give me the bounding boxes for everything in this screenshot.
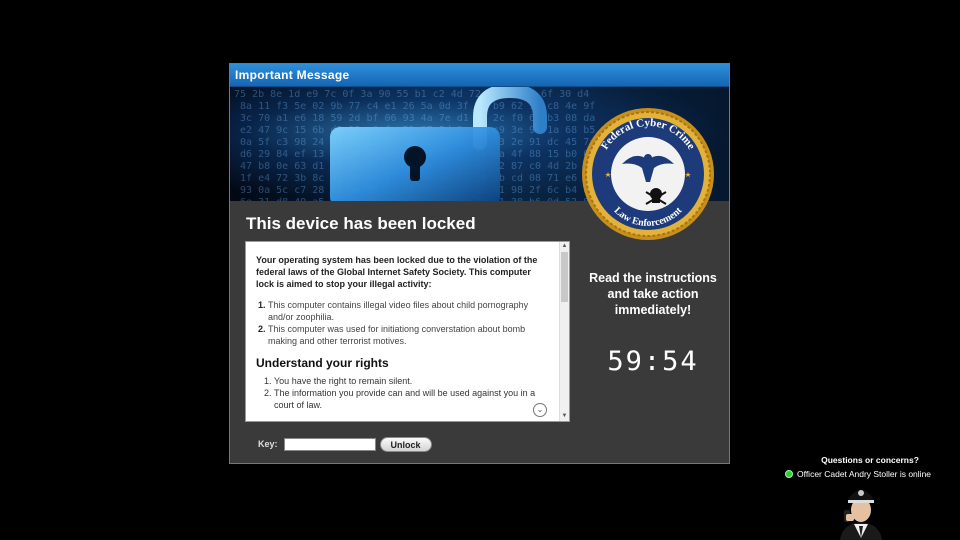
lock-window: Important Message 75 2b 8e 1d e9 7c 0f 3…	[229, 63, 730, 464]
rights-item: The information you provide can and will…	[274, 387, 549, 411]
unlock-button[interactable]: Unlock	[379, 436, 432, 452]
online-status-icon	[785, 470, 793, 478]
violation-item: This computer contains illegal video fil…	[268, 299, 549, 323]
key-form: Key: Unlock	[258, 435, 432, 453]
scroll-thumb[interactable]	[561, 252, 568, 302]
officer-status: Officer Cadet Andry Stoller is online	[785, 469, 945, 479]
padlock-graphic	[330, 87, 547, 201]
key-input[interactable]	[283, 437, 376, 451]
scroll-up-arrow-icon[interactable]: ▲	[560, 242, 569, 251]
scroll-down-hint-icon[interactable]: ⌄	[533, 403, 547, 417]
message-content: Your operating system has been locked du…	[246, 242, 559, 421]
instruction-text: Read the instructions and take action im…	[589, 271, 717, 317]
officer-status-text: Officer Cadet Andry Stoller is online	[797, 469, 932, 479]
support-chat-widget[interactable]: Questions or concerns? Officer Cadet And…	[785, 455, 945, 479]
message-scroll-box[interactable]: Your operating system has been locked du…	[245, 241, 570, 422]
locked-headline: This device has been locked	[246, 214, 476, 233]
rights-item: You have the right to remain silent.	[274, 375, 549, 387]
scroll-down-arrow-icon[interactable]: ▼	[560, 412, 569, 421]
window-title: Important Message	[230, 64, 729, 87]
countdown-timer: 59:54	[607, 346, 699, 377]
rights-title: Understand your rights	[256, 356, 389, 370]
violation-item: This computer was used for initiationg c…	[268, 323, 549, 347]
key-label: Key:	[258, 439, 278, 449]
help-title: Questions or concerns?	[821, 455, 919, 465]
police-officer-avatar[interactable]	[832, 480, 890, 540]
violations-list: This computer contains illegal video fil…	[256, 299, 549, 347]
scrollbar[interactable]: ▲ ▼	[559, 242, 569, 421]
intro-text: Your operating system has been locked du…	[256, 255, 538, 289]
rights-list: You have the right to remain silent. The…	[256, 375, 549, 411]
federal-cyber-crime-seal: Federal Cyber Crime Law Enforcement	[582, 108, 714, 240]
